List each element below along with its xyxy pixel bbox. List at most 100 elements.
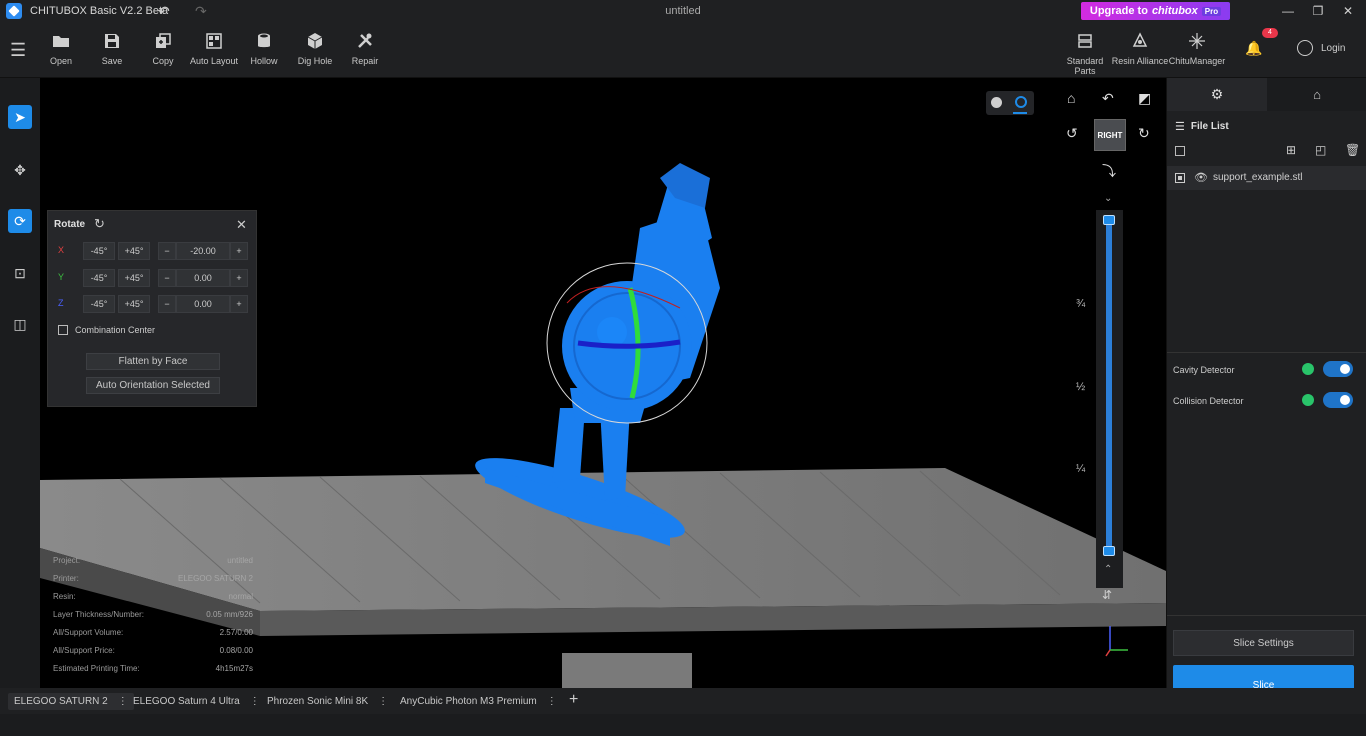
close-panel-icon[interactable]: ✕	[236, 217, 247, 233]
resin-alliance-icon	[1132, 32, 1148, 47]
standard-parts-button[interactable]: Standard Parts	[1055, 32, 1115, 76]
scale-icon: ⊡	[14, 264, 26, 281]
info-volume: All/Support Volume: 2.57/0.00	[53, 628, 253, 637]
info-project: Project: untitled	[53, 556, 253, 565]
x-increment-button[interactable]: +	[230, 242, 248, 260]
cavity-detector-toggle[interactable]	[1323, 361, 1353, 377]
status-bar	[0, 714, 1366, 736]
scale-tool-button[interactable]: ⊡	[8, 261, 32, 285]
rotate-tool-button[interactable]: ⟳	[8, 209, 32, 233]
move-tool-button[interactable]: ✥	[8, 158, 32, 182]
y-value-input[interactable]: 0.00	[176, 269, 230, 287]
combination-center-checkbox[interactable]	[58, 325, 68, 335]
notification-bell-icon[interactable]: 🔔	[1245, 40, 1262, 57]
z-decrement-button[interactable]: −	[158, 295, 176, 313]
open-label: Open	[49, 56, 73, 66]
slider-up-chevron-icon[interactable]: ⌄	[1104, 193, 1112, 204]
slider-down-chevron-icon[interactable]: ⌃	[1104, 564, 1112, 575]
file-item-checkbox[interactable]	[1175, 173, 1185, 183]
select-tool-button[interactable]: ➤	[8, 105, 32, 129]
auto-orientation-button[interactable]: Auto Orientation Selected	[86, 377, 220, 394]
tab-menu-icon[interactable]: ⋮	[250, 696, 260, 707]
printer-tab-elegoo-saturn-4-ultra[interactable]: ELEGOO Saturn 4 Ultra ⋮	[127, 693, 266, 710]
z-axis-label: Z	[58, 298, 64, 308]
info-print-time: Estimated Printing Time: 4h15m27s	[53, 664, 253, 673]
printer-tab-anycubic-photon-m3-premium[interactable]: AnyCubic Photon M3 Premium ⋮	[394, 693, 563, 710]
x-decrement-button[interactable]: −	[158, 242, 176, 260]
rotate-panel-title: Rotate	[54, 219, 86, 230]
resin-alliance-button[interactable]: Resin Alliance	[1110, 32, 1170, 66]
file-list-title: File List	[1190, 121, 1229, 132]
x-value-input[interactable]: -20.00	[176, 242, 230, 260]
slider-sync-icon[interactable]: ⇵	[1102, 588, 1112, 602]
close-window-button[interactable]: ✕	[1336, 2, 1360, 20]
minimize-button[interactable]: —	[1276, 2, 1300, 20]
redo-icon[interactable]: ↷	[195, 3, 207, 20]
standard-parts-label: Standard Parts	[1066, 56, 1104, 76]
rotate-x-row: X -45° +45° − -20.00 +	[48, 242, 258, 260]
printer-tab-phrozen-sonic-mini-8k[interactable]: Phrozen Sonic Mini 8K ⋮	[261, 693, 394, 710]
y-minus-45-button[interactable]: -45°	[83, 269, 115, 287]
z-minus-45-button[interactable]: -45°	[83, 295, 115, 313]
restore-button[interactable]: ❐	[1306, 2, 1330, 20]
z-plus-45-button[interactable]: +45°	[118, 295, 150, 313]
solid-mode-icon[interactable]	[991, 97, 1002, 108]
tab-menu-icon[interactable]: ⋮	[547, 696, 557, 707]
layer-slider-bottom-handle[interactable]	[1103, 546, 1115, 556]
tab-file-list[interactable]: ⚙	[1167, 78, 1267, 111]
flatten-by-face-button[interactable]: Flatten by Face	[86, 353, 220, 370]
info-resin: Resin: normal	[53, 592, 253, 601]
layer-slider-top-handle[interactable]	[1103, 215, 1115, 225]
auto-layout-icon	[206, 33, 222, 49]
right-panel: ⚙ ⌂ ☰ File List ⊞ ◰ 🗑 👁 support_example.…	[1166, 78, 1366, 714]
list-icon: ☰	[1175, 121, 1185, 133]
xray-mode-icon[interactable]	[1015, 96, 1027, 108]
x-plus-45-button[interactable]: +45°	[118, 242, 150, 260]
y-decrement-button[interactable]: −	[158, 269, 176, 287]
slice-settings-button[interactable]: Slice Settings	[1173, 630, 1354, 656]
tab-print-settings[interactable]: ⌂	[1267, 78, 1366, 111]
rotate-view-left-icon[interactable]: ↺	[1066, 125, 1078, 142]
repair-button[interactable]: Repair	[335, 32, 395, 66]
rotate-view-down-icon[interactable]: ⤵	[1102, 161, 1116, 181]
chitumanager-icon	[1189, 33, 1205, 49]
delete-file-icon[interactable]: 🗑	[1345, 143, 1360, 157]
left-tool-bar: ➤ ✥ ⟳ ⊡ ◫	[0, 78, 40, 688]
dig-hole-label: Dig Hole	[297, 56, 333, 66]
reset-rotation-icon[interactable]: ↻	[94, 216, 105, 232]
rotate-view-right-icon[interactable]: ↻	[1138, 125, 1150, 142]
printer-tab-elegoo-saturn-2[interactable]: ELEGOO SATURN 2 ⋮	[8, 693, 134, 710]
select-all-checkbox[interactable]	[1175, 146, 1185, 156]
perspective-cube-icon[interactable]: ◩	[1138, 90, 1151, 107]
rotate-panel: Rotate ↻ ✕ X -45° +45° − -20.00 + Y -45°…	[47, 210, 257, 407]
folder-icon	[53, 36, 69, 47]
file-list-item[interactable]: 👁 support_example.stl	[1167, 166, 1366, 190]
main-toolbar: ☰ Open Save Copy Auto Layout Hollow Dig …	[0, 22, 1366, 78]
add-printer-tab-icon[interactable]: +	[569, 691, 578, 709]
active-mode-underline	[1013, 112, 1027, 114]
collision-detector-toggle[interactable]	[1323, 392, 1353, 408]
cursor-icon: ➤	[14, 108, 26, 125]
group-file-icon[interactable]: ◰	[1315, 143, 1326, 157]
view-cube-face[interactable]: RIGHT	[1094, 119, 1126, 151]
undo-icon[interactable]: ↶	[158, 3, 170, 20]
mirror-tool-button[interactable]: ◫	[8, 312, 32, 336]
rotate-view-ccw-icon[interactable]: ↶	[1102, 90, 1114, 107]
upgrade-button[interactable]: Upgrade to chitubox Pro	[1081, 2, 1230, 20]
home-view-icon[interactable]: ⌂	[1067, 90, 1075, 106]
add-file-icon[interactable]: ⊞	[1286, 143, 1296, 157]
login-button[interactable]: Login	[1297, 40, 1345, 56]
z-increment-button[interactable]: +	[230, 295, 248, 313]
y-plus-45-button[interactable]: +45°	[118, 269, 150, 287]
mirror-icon: ◫	[13, 315, 27, 332]
tab-menu-icon[interactable]: ⋮	[378, 696, 388, 707]
chitumanager-button[interactable]: ChituManager	[1167, 32, 1227, 66]
x-minus-45-button[interactable]: -45°	[83, 242, 115, 260]
visibility-eye-icon[interactable]: 👁	[1194, 171, 1208, 184]
hamburger-menu-icon[interactable]: ☰	[10, 40, 26, 61]
y-increment-button[interactable]: +	[230, 269, 248, 287]
slider-mark-three-quarter: ¾	[1076, 298, 1086, 310]
z-value-input[interactable]: 0.00	[176, 295, 230, 313]
repair-label: Repair	[351, 56, 379, 66]
combination-center-label: Combination Center	[75, 325, 156, 335]
